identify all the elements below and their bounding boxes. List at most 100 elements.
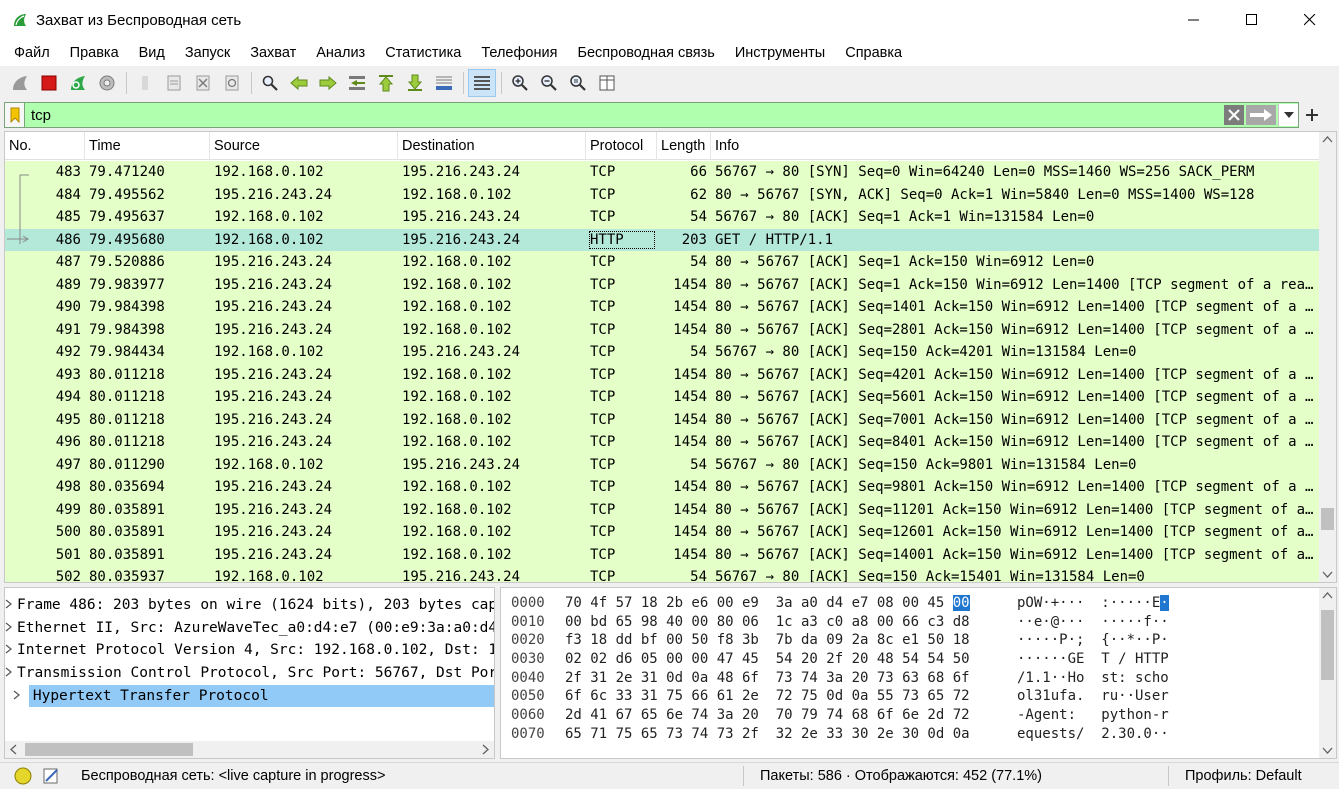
packet-row[interactable]: 502 80.035937 192.168.0.102 195.216.243.24 T…	[5, 566, 1320, 583]
bookmark-icon	[10, 107, 19, 123]
filter-history-dropdown[interactable]	[1278, 104, 1298, 126]
zoom-out-button[interactable]	[535, 69, 563, 97]
menu-wireless[interactable]: Беспроводная связь	[567, 40, 724, 66]
menu-tools[interactable]: Инструменты	[725, 40, 835, 66]
detail-tree-item[interactable]: Hypertext Transfer Protocol	[5, 684, 494, 708]
column-header-info[interactable]: Info	[711, 132, 1320, 160]
chevron-right-icon[interactable]	[5, 639, 13, 662]
hex-dump-row[interactable]: 0000 70 4f 57 18 2b e6 00 e9 3a a0 d4 e7 …	[501, 594, 1336, 613]
packet-row[interactable]: 499 80.035891 195.216.243.24 192.168.0.102 T…	[5, 498, 1320, 521]
packet-row[interactable]: 494 80.011218 195.216.243.24 192.168.0.102 T…	[5, 386, 1320, 409]
packet-list[interactable]: No. Time Source Destination Protocol Len…	[4, 131, 1337, 583]
bytes-scroll-thumb[interactable]	[1321, 610, 1334, 680]
filter-bookmark-button[interactable]	[5, 103, 25, 127]
detail-tree-label: Internet Protocol Version 4, Src: 192.16…	[17, 642, 494, 659]
column-header-source[interactable]: Source	[210, 132, 398, 160]
close-file-button[interactable]	[189, 69, 217, 97]
detail-tree-item[interactable]: Transmission Control Protocol, Src Port:…	[5, 662, 494, 685]
packet-list-scroll-thumb[interactable]	[1321, 508, 1334, 530]
go-last-packet-button[interactable]	[401, 69, 429, 97]
capture-options-button[interactable]	[93, 69, 121, 97]
packet-details-pane[interactable]: Frame 486: 203 bytes on wire (1624 bits)…	[4, 587, 495, 759]
packet-row[interactable]: 489 79.983977 195.216.243.24 192.168.0.102 T…	[5, 273, 1320, 296]
hex-dump-row[interactable]: 0050 6f 6c 33 31 75 66 61 2e 72 75 0d 0a …	[501, 687, 1336, 706]
hex-dump-row[interactable]: 0070 65 71 75 65 73 74 73 2f 32 2e 33 30 …	[501, 725, 1336, 744]
packet-row[interactable]: 490 79.984398 195.216.243.24 192.168.0.102 T…	[5, 296, 1320, 319]
start-capture-button[interactable]	[6, 69, 34, 97]
expert-info-indicator-icon[interactable]	[13, 766, 33, 786]
packet-row[interactable]: 501 80.035891 195.216.243.24 192.168.0.102 T…	[5, 543, 1320, 566]
packet-row[interactable]: 487 79.520886 195.216.243.24 192.168.0.102 T…	[5, 251, 1320, 274]
hex-dump-row[interactable]: 0020 f3 18 dd bf 00 50 f8 3b 7b da 09 2a …	[501, 631, 1336, 650]
find-packet-button[interactable]	[256, 69, 284, 97]
selected-packet-row[interactable]: 486 79.495680 192.168.0.102 195.216.243.24 H…	[5, 228, 1320, 251]
hex-dump-row[interactable]: 0030 02 02 d6 05 00 00 47 45 54 20 2f 20 …	[501, 650, 1336, 669]
packet-row[interactable]: 495 80.011218 195.216.243.24 192.168.0.102 T…	[5, 408, 1320, 431]
packet-info: 56767 → 80 [ACK] Seq=150 Ack=15401 Win=1…	[715, 569, 1145, 583]
column-header-destination[interactable]: Destination	[398, 132, 586, 160]
chevron-right-icon[interactable]	[5, 594, 13, 617]
clear-filter-button[interactable]	[1224, 105, 1244, 125]
restart-capture-button[interactable]	[64, 69, 92, 97]
go-forward-button[interactable]	[314, 69, 342, 97]
packet-row[interactable]: 483 79.471240 192.168.0.102 195.216.243.24 T…	[5, 161, 1320, 184]
packet-row[interactable]: 484 79.495562 195.216.243.24 192.168.0.102 T…	[5, 183, 1320, 206]
menu-file[interactable]: Файл	[4, 40, 60, 66]
packet-row[interactable]: 492 79.984434 192.168.0.102 195.216.243.24 T…	[5, 341, 1320, 364]
go-to-packet-button[interactable]	[343, 69, 371, 97]
hex-dump-row[interactable]: 0040 2f 31 2e 31 0d 0a 48 6f 73 74 3a 20 …	[501, 669, 1336, 688]
reload-file-button[interactable]	[218, 69, 246, 97]
minimize-button[interactable]	[1165, 0, 1223, 40]
column-header-time[interactable]: Time	[85, 132, 210, 160]
detail-tree-item[interactable]: Frame 486: 203 bytes on wire (1624 bits)…	[5, 594, 494, 617]
capture-comment-icon[interactable]	[41, 766, 61, 786]
menu-help[interactable]: Справка	[835, 40, 912, 66]
packet-row[interactable]: 491 79.984398 195.216.243.24 192.168.0.102 T…	[5, 318, 1320, 341]
zoom-in-button[interactable]	[506, 69, 534, 97]
column-header-no[interactable]: No.	[5, 132, 85, 160]
maximize-button[interactable]	[1223, 0, 1281, 40]
menu-view[interactable]: Вид	[129, 40, 175, 66]
go-back-button[interactable]	[285, 69, 313, 97]
close-button[interactable]	[1281, 0, 1339, 40]
bytes-vertical-scrollbar[interactable]	[1319, 588, 1336, 758]
chevron-right-icon[interactable]	[5, 662, 13, 685]
resize-columns-button[interactable]	[593, 69, 621, 97]
profile-text[interactable]: Профиль: Default	[1185, 768, 1302, 784]
save-file-button[interactable]	[160, 69, 188, 97]
packet-row[interactable]: 496 80.011218 195.216.243.24 192.168.0.102 T…	[5, 431, 1320, 454]
hex-dump-row[interactable]: 0010 00 bd 65 98 40 00 80 06 1c a3 c0 a8 …	[501, 613, 1336, 632]
add-filter-button-button[interactable]	[1299, 102, 1325, 128]
detail-tree-item[interactable]: Internet Protocol Version 4, Src: 192.16…	[5, 639, 494, 662]
column-header-length[interactable]: Length	[657, 132, 711, 160]
autoscroll-button[interactable]	[430, 69, 458, 97]
detail-tree-item[interactable]: Ethernet II, Src: AzureWaveTec_a0:d4:e7 …	[5, 617, 494, 640]
packet-row[interactable]: 500 80.035891 195.216.243.24 192.168.0.102 T…	[5, 521, 1320, 544]
menu-statistics[interactable]: Статистика	[375, 40, 471, 66]
packet-row[interactable]: 498 80.035694 195.216.243.24 192.168.0.102 T…	[5, 476, 1320, 499]
go-first-packet-button[interactable]	[372, 69, 400, 97]
packet-info: 80 → 56767 [ACK] Seq=2801 Ack=150 Win=69…	[715, 321, 1320, 338]
packet-row[interactable]: 497 80.011290 192.168.0.102 195.216.243.24 T…	[5, 453, 1320, 476]
details-horizontal-scrollbar[interactable]	[5, 741, 494, 758]
zoom-normal-button[interactable]	[564, 69, 592, 97]
details-scroll-thumb[interactable]	[25, 743, 193, 756]
open-file-button[interactable]	[131, 69, 159, 97]
menu-go[interactable]: Запуск	[175, 40, 240, 66]
packet-row[interactable]: 493 80.011218 195.216.243.24 192.168.0.102 T…	[5, 363, 1320, 386]
colorize-button[interactable]	[468, 69, 496, 97]
chevron-right-icon[interactable]	[5, 685, 29, 708]
apply-filter-button[interactable]	[1246, 105, 1276, 125]
column-header-protocol[interactable]: Protocol	[586, 132, 657, 160]
packet-bytes-pane[interactable]: 0000 70 4f 57 18 2b e6 00 e9 3a a0 d4 e7 …	[500, 587, 1337, 759]
packet-row[interactable]: 485 79.495637 192.168.0.102 195.216.243.24 T…	[5, 206, 1320, 229]
menu-analyze[interactable]: Анализ	[306, 40, 375, 66]
menu-capture[interactable]: Захват	[240, 40, 306, 66]
menu-edit[interactable]: Правка	[60, 40, 129, 66]
display-filter-input[interactable]	[25, 103, 1224, 127]
hex-dump-row[interactable]: 0060 2d 41 67 65 6e 74 3a 20 70 79 74 68 …	[501, 706, 1336, 725]
menu-telephony[interactable]: Телефония	[471, 40, 567, 66]
packet-list-scrollbar[interactable]	[1319, 132, 1336, 582]
stop-capture-button[interactable]	[35, 69, 63, 97]
chevron-right-icon[interactable]	[5, 617, 13, 640]
